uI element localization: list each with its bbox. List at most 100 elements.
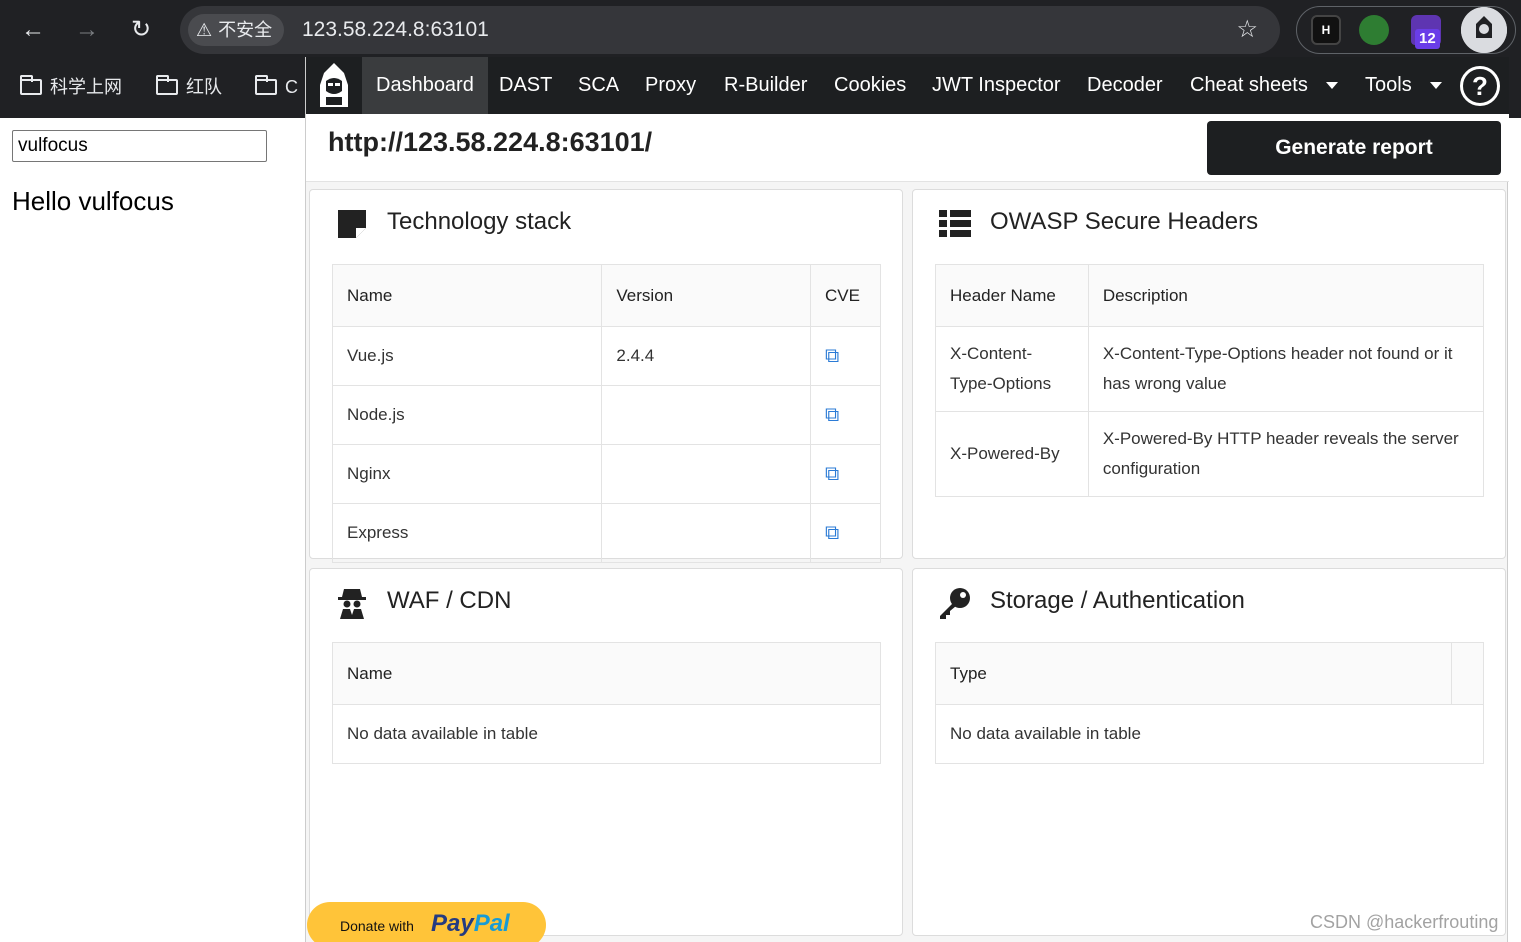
table-header-row: Type [935, 642, 1484, 705]
table-row: No data available in table [935, 704, 1484, 764]
tech-name: Nginx [331, 444, 603, 504]
bookmark-star-icon[interactable]: ☆ [1236, 6, 1258, 54]
tech-name: Node.js [331, 385, 603, 445]
extension-panel: Dashboard DAST SCA Proxy R-Builder Cooki… [305, 57, 1509, 942]
extension-badge: 12 [1415, 29, 1440, 49]
table-row: No data available in table [332, 704, 881, 764]
tab-r-builder[interactable]: R-Builder [710, 57, 821, 114]
folder-icon [156, 75, 178, 95]
column-header: Name [331, 264, 603, 327]
warning-icon: ⚠ [196, 20, 213, 40]
green-extension-icon[interactable] [1359, 15, 1389, 45]
tab-tools[interactable]: Tools [1351, 57, 1456, 114]
paypal-logo: PayPal [431, 910, 510, 938]
bookmark-label: C [285, 77, 298, 97]
page-text-input[interactable] [12, 130, 267, 162]
bookmark-folder-1[interactable]: 科学上网 [20, 72, 122, 102]
watermark: CSDN @hackerfrouting [1310, 912, 1499, 932]
hacker-extension-icon[interactable] [1461, 7, 1507, 53]
security-chip[interactable]: ⚠ 不安全 [188, 14, 285, 46]
column-header: CVE [810, 264, 881, 327]
folder-icon [20, 75, 42, 95]
column-header: Header Name [935, 264, 1089, 327]
tab-label: Cheat sheets [1190, 74, 1308, 96]
column-header: Name [332, 642, 881, 705]
tab-decoder[interactable]: Decoder [1073, 57, 1177, 114]
waf-cdn-card: WAF / CDN Name No data available in tabl… [309, 568, 903, 936]
table-row: Nginx ⧉ [331, 444, 881, 504]
column-header-filler [1451, 642, 1484, 705]
storage-auth-card: Storage / Authentication Type No data av… [912, 568, 1506, 936]
tab-dashboard[interactable]: Dashboard [362, 57, 488, 114]
card-title: OWASP Secure Headers [990, 208, 1259, 235]
generate-report-button[interactable]: Generate report [1207, 121, 1501, 175]
hacker-logo-icon[interactable] [308, 59, 360, 111]
help-icon[interactable]: ? [1460, 66, 1500, 106]
tech-name: Express [331, 503, 603, 563]
tab-label: Tools [1365, 74, 1412, 96]
panel-navbar: Dashboard DAST SCA Proxy R-Builder Cooki… [306, 57, 1509, 114]
sticky-note-icon [334, 206, 370, 242]
empty-table-message: No data available in table [332, 704, 881, 764]
address-bar[interactable]: ⚠ 不安全 123.58.224.8:63101 ☆ [180, 6, 1280, 54]
tab-sca[interactable]: SCA [564, 57, 633, 114]
header-description: X-Powered-By HTTP header reveals the ser… [1087, 411, 1485, 497]
tab-cheat-sheets[interactable]: Cheat sheets [1176, 57, 1352, 114]
hackbar-extension-icon[interactable]: H [1311, 15, 1341, 45]
list-icon [937, 206, 973, 242]
table-row: X-Content-Type-Options X-Content-Type-Op… [935, 326, 1485, 412]
bookmark-label: 科学上网 [50, 77, 122, 97]
header-description: X-Content-Type-Options header not found … [1087, 326, 1485, 412]
empty-table-message: No data available in table [935, 704, 1484, 764]
paypal-pay: Pay [431, 910, 474, 937]
tab-proxy[interactable]: Proxy [631, 57, 710, 114]
table-header-row: Name [332, 642, 881, 705]
card-title: WAF / CDN [387, 587, 512, 614]
tab-cookies[interactable]: Cookies [820, 57, 920, 114]
spy-icon [334, 585, 370, 621]
target-url-bar: http://123.58.224.8:63101/ Generate repo… [306, 114, 1509, 182]
forward-arrow-icon[interactable]: → [69, 12, 105, 48]
table-row: X-Powered-By X-Powered-By HTTP header re… [935, 411, 1485, 497]
cve-link-cell: ⧉ [810, 326, 881, 386]
tech-name: Vue.js [331, 326, 603, 386]
column-header: Description [1087, 264, 1485, 327]
tab-jwt-inspector[interactable]: JWT Inspector [918, 57, 1075, 114]
external-link-icon[interactable]: ⧉ [825, 404, 839, 426]
paypal-donate-button[interactable]: Donate with PayPal [307, 902, 546, 942]
back-arrow-icon[interactable]: ← [15, 12, 51, 48]
paypal-pal: Pal [473, 910, 510, 937]
page-heading: Hello vulfocus [12, 186, 174, 216]
card-title: Storage / Authentication [990, 587, 1245, 614]
tab-dast[interactable]: DAST [485, 57, 566, 114]
external-link-icon[interactable]: ⧉ [825, 522, 839, 544]
table-row: Express ⧉ [331, 503, 881, 563]
storage-auth-table: Type No data available in table [935, 642, 1484, 764]
caret-down-icon [1325, 82, 1338, 90]
reload-icon[interactable]: ↻ [123, 12, 159, 48]
bookmark-folder-3[interactable]: C [255, 72, 298, 102]
url-text[interactable]: 123.58.224.8:63101 [302, 6, 489, 54]
external-link-icon[interactable]: ⧉ [825, 345, 839, 367]
security-label: 不安全 [218, 20, 273, 40]
external-link-icon[interactable]: ⧉ [825, 463, 839, 485]
tech-version [601, 503, 811, 563]
table-header-row: Name Version CVE [331, 264, 881, 327]
bookmark-folder-2[interactable]: 红队 [156, 72, 222, 102]
table-header-row: Header Name Description [935, 264, 1485, 327]
owasp-headers-card: OWASP Secure Headers Header Name Descrip… [912, 189, 1506, 559]
tech-version [601, 385, 811, 445]
cve-link-cell: ⧉ [810, 503, 881, 563]
bookmark-label: 红队 [186, 77, 222, 97]
table-row: Vue.js 2.4.4 ⧉ [331, 326, 881, 386]
donate-label: Donate with [340, 918, 414, 934]
tech-version [601, 444, 811, 504]
target-url: http://123.58.224.8:63101/ [328, 127, 653, 157]
header-name: X-Content-Type-Options [935, 326, 1089, 412]
cve-link-cell: ⧉ [810, 385, 881, 445]
tech-version: 2.4.4 [601, 326, 811, 386]
technology-stack-table: Name Version CVE Vue.js 2.4.4 ⧉ Node.js … [331, 264, 881, 563]
caret-down-icon [1429, 82, 1442, 90]
table-row: Node.js ⧉ [331, 385, 881, 445]
header-name: X-Powered-By [935, 411, 1089, 497]
